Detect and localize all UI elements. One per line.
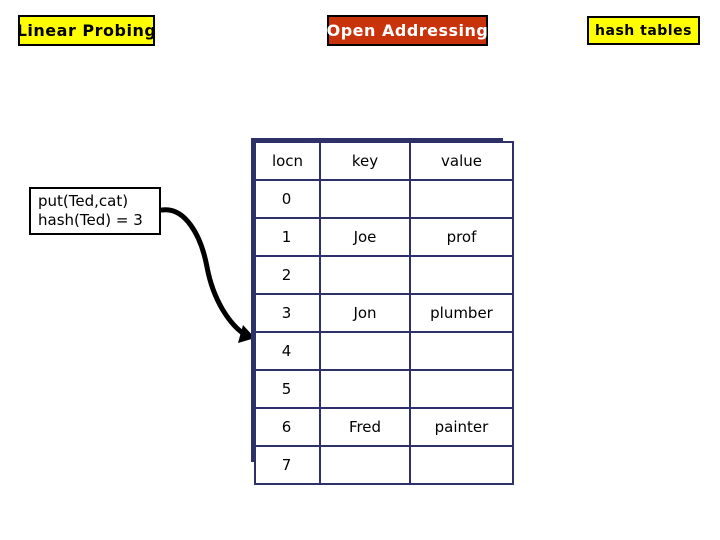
table-row: 0 [254,179,514,219]
column-header-key: key [319,141,411,181]
cell-key [319,179,411,219]
column-header-value: value [409,141,514,181]
cell-locn: 0 [254,179,321,219]
column-header-locn: locn [254,141,321,181]
chip-open-addressing-label: Open Addressing [326,21,489,40]
cell-key [319,369,411,409]
chip-linear-probing-label: Linear Probing [16,21,157,40]
hash-table-header-row: locn key value [254,141,514,181]
cell-key [319,255,411,295]
cell-key: Fred [319,407,411,447]
hash-table-body: locn key value 0 1 Joe prof 2 3 Jon plum… [254,141,514,485]
cell-value [409,369,514,409]
cell-locn: 1 [254,217,321,257]
hash-table-grid: locn key value 0 1 Joe prof 2 3 Jon plum… [254,141,514,485]
cell-locn: 3 [254,293,321,333]
table-row: 7 [254,445,514,485]
table-row: 4 [254,331,514,371]
table-row: 2 [254,255,514,295]
table-row: 1 Joe prof [254,217,514,257]
cell-value: plumber [409,293,514,333]
put-operation-callout: put(Ted,cat) hash(Ted) = 3 [29,187,161,235]
callout-line-put: put(Ted,cat) [38,192,129,210]
table-row: 3 Jon plumber [254,293,514,333]
chip-hash-tables-label: hash tables [595,22,692,39]
cell-value [409,445,514,485]
hash-table: locn key value 0 1 Joe prof 2 3 Jon plum… [251,138,514,485]
cell-locn: 5 [254,369,321,409]
cell-locn: 2 [254,255,321,295]
cell-value: painter [409,407,514,447]
cell-locn: 4 [254,331,321,371]
cell-locn: 7 [254,445,321,485]
chip-hash-tables: hash tables [587,16,700,45]
chip-linear-probing: Linear Probing [16,15,157,46]
cell-locn: 6 [254,407,321,447]
table-row: 6 Fred painter [254,407,514,447]
cell-key [319,445,411,485]
chip-open-addressing: Open Addressing [327,15,488,46]
cell-key: Jon [319,293,411,333]
cell-key: Joe [319,217,411,257]
cell-value [409,331,514,371]
cell-value [409,255,514,295]
callout-line-hash: hash(Ted) = 3 [38,211,143,229]
table-row: 5 [254,369,514,409]
cell-key [319,331,411,371]
cell-value: prof [409,217,514,257]
curved-pointer-arrow [159,207,255,343]
cell-value [409,179,514,219]
